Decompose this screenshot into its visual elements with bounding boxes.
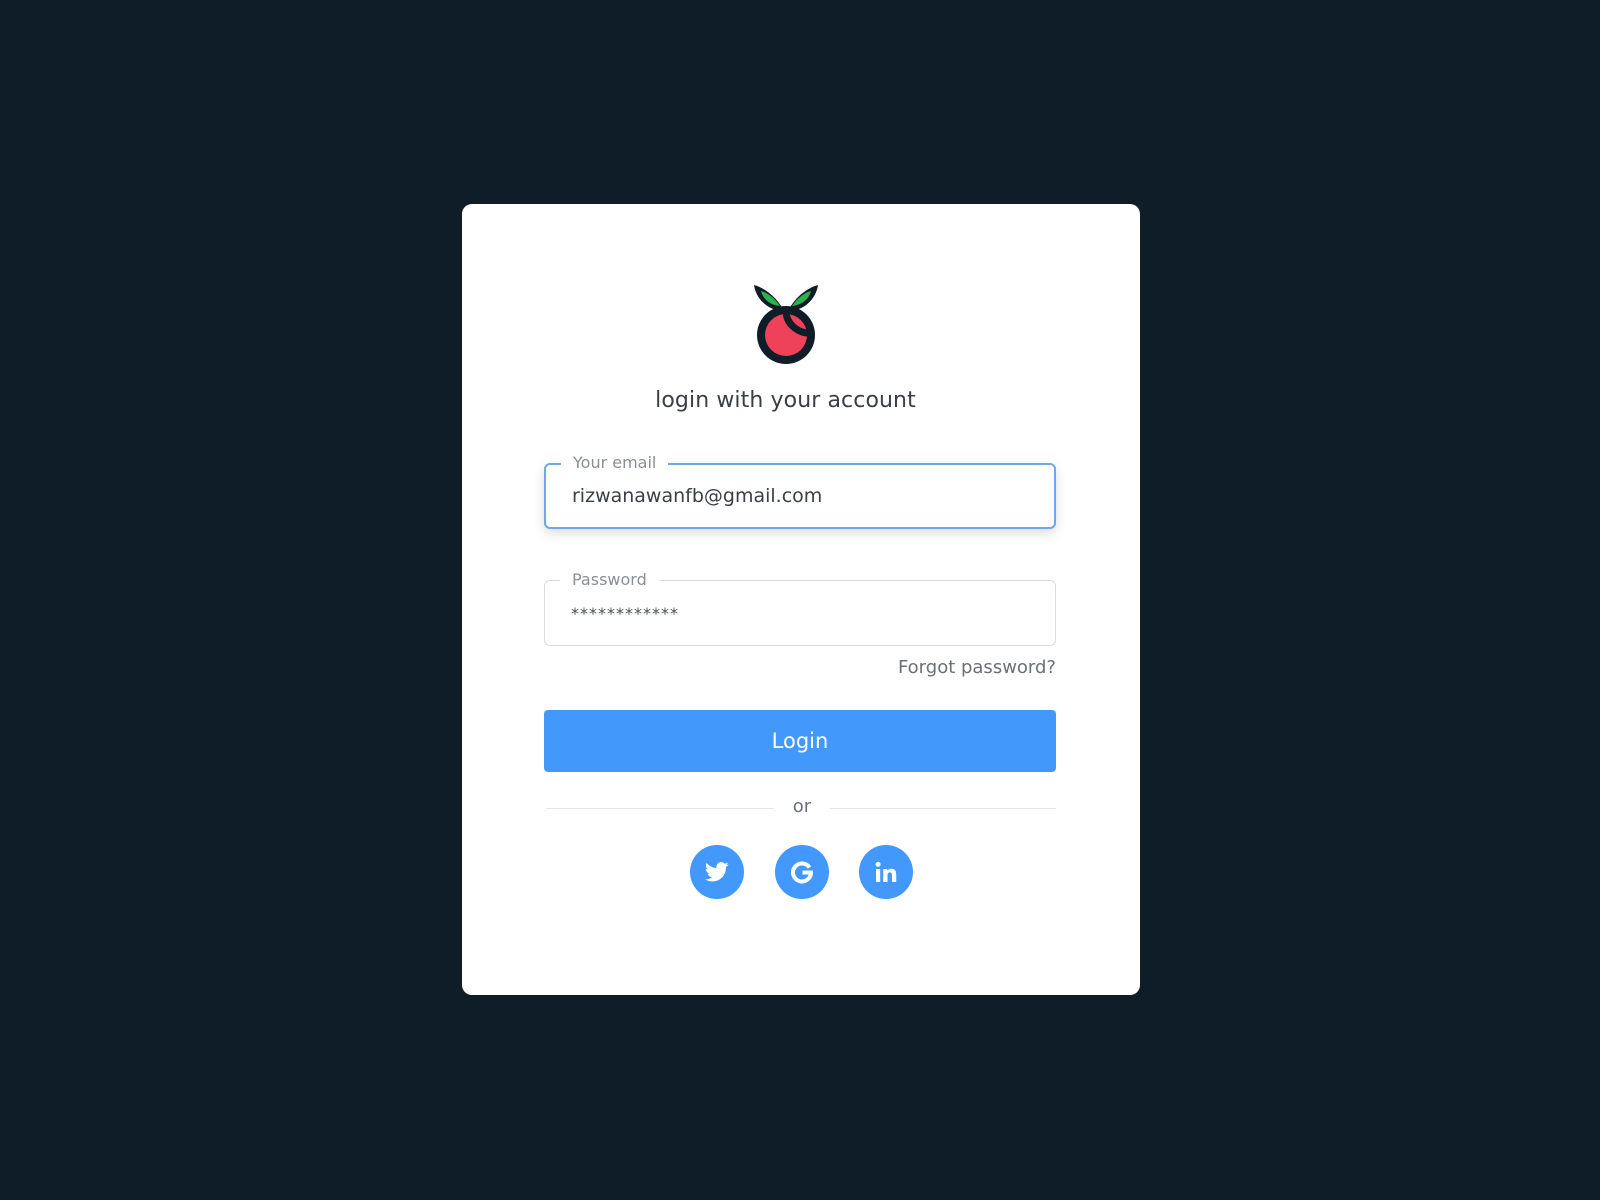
divider-line-left — [546, 808, 774, 809]
email-field[interactable]: Your email — [544, 453, 1056, 529]
linkedin-icon — [875, 861, 897, 882]
twitter-icon — [705, 862, 729, 882]
password-field[interactable]: Password — [544, 570, 1056, 646]
forgot-password-link[interactable]: Forgot password? — [898, 657, 1056, 678]
google-login-button[interactable] — [775, 845, 829, 899]
berry-logo-icon — [752, 275, 820, 371]
login-button[interactable]: Login — [544, 710, 1056, 772]
twitter-login-button[interactable] — [690, 845, 744, 899]
email-input[interactable] — [572, 465, 1032, 527]
divider-line-right — [830, 808, 1056, 809]
divider-or-text: or — [792, 796, 812, 817]
login-card: login with your account Your email Passw… — [462, 204, 1140, 995]
page-title: login with your account — [655, 388, 916, 413]
password-input[interactable] — [571, 581, 1031, 645]
linkedin-login-button[interactable] — [859, 845, 913, 899]
google-icon — [791, 861, 814, 884]
